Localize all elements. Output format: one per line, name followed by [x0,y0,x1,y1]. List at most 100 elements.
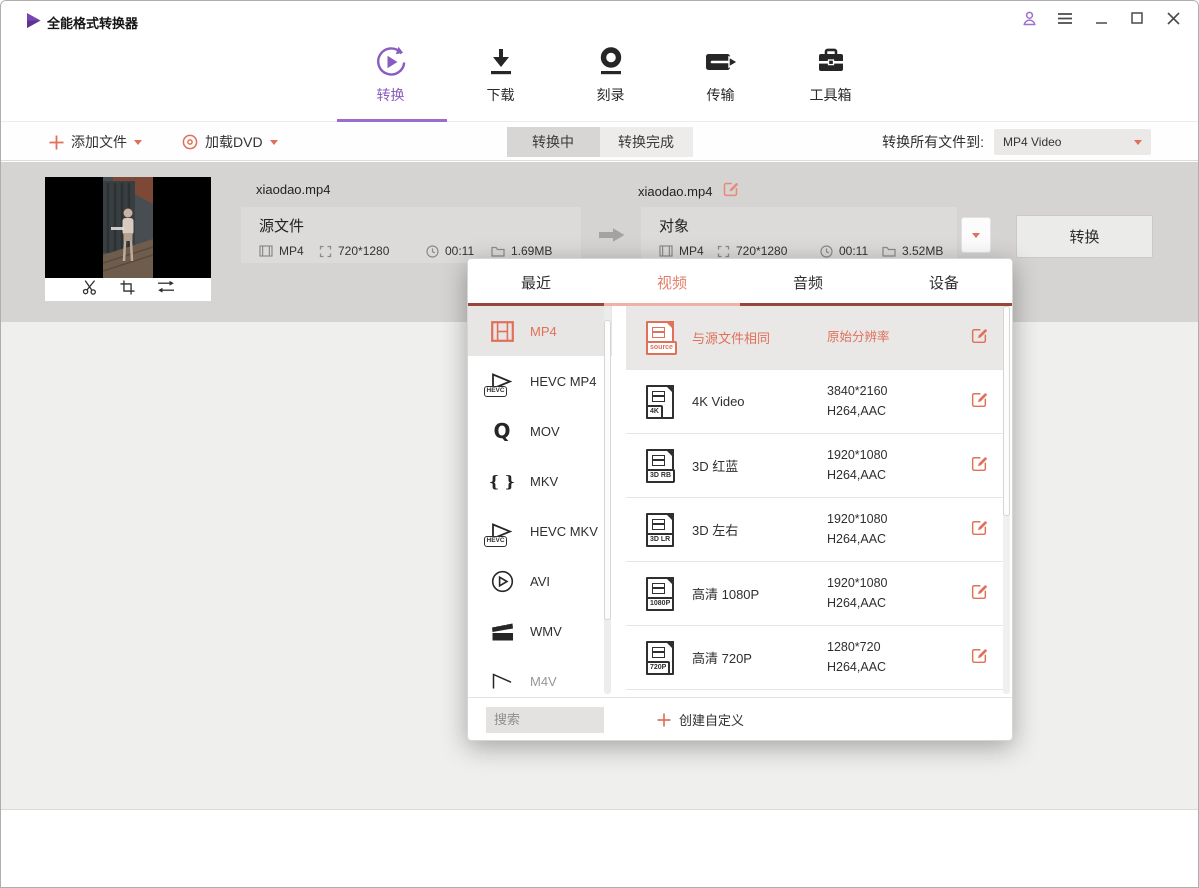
download-icon [484,43,518,81]
format-label: HEVC MP4 [530,374,596,389]
create-custom-button[interactable]: 创建自定义 [657,710,744,729]
3d-rb-preset-icon: 3D RB [646,449,674,483]
target-file-name: xiaodao.mp4 [638,184,712,199]
target-format-value: MP4 Video [1003,135,1134,149]
nav-tab-transfer[interactable]: 传输 [689,43,753,105]
convert-all-to-label: 转换所有文件到: [882,132,984,152]
format-label: M4V [530,674,557,689]
popup-tab-recent[interactable]: 最近 [468,259,604,305]
thumbnail-image [103,177,153,278]
chevron-down-icon [1134,140,1142,145]
hevc-play-icon: HEVC [487,373,517,390]
format-item-mov[interactable]: Q MOV [468,406,612,456]
format-item-hevc-mkv[interactable]: HEVC HEVC MKV [468,506,612,556]
format-item-mkv[interactable]: { } MKV [468,456,612,506]
video-thumbnail[interactable] [45,177,211,278]
preset-name: 4K Video [692,394,827,409]
preset-codec: H264,AAC [827,404,886,418]
preset-item-1080p[interactable]: 1080P 高清 1080P 1920*1080H264,AAC [626,562,1006,626]
preset-item-4k[interactable]: 4K 4K Video 3840*2160 H264,AAC [626,370,1006,434]
tab-completed[interactable]: 转换完成 [600,127,693,157]
target-size: 3.52MB [902,244,943,258]
convert-button[interactable]: 转换 [1016,215,1153,258]
preset-list-scrollbar[interactable] [1003,306,1010,694]
preset-codec: H264,AAC [827,660,886,674]
popup-tab-device[interactable]: 设备 [876,259,1012,305]
search-input[interactable] [486,707,604,733]
filesize-icon [882,245,896,257]
preset-item-720p[interactable]: 720P 高清 720P 1280*720H264,AAC [626,626,1006,690]
nav-tab-toolbox[interactable]: 工具箱 [799,43,863,105]
target-info-title: 对象 [659,215,957,236]
preset-resolution: 1280*720 [827,640,881,654]
format-list: MP4 HEVC HEVC MP4 Q MOV { } MKV [468,306,612,697]
format-picker-popup: 最近 视频 音频 设备 MP4 HEVC HEVC MP4 [467,258,1013,741]
account-icon[interactable] [1020,9,1038,27]
create-custom-label: 创建自定义 [679,710,744,729]
add-file-button[interactable]: 添加文件 [49,132,142,152]
close-button[interactable] [1164,9,1182,27]
trim-icon[interactable] [82,279,98,300]
add-file-label: 添加文件 [71,132,127,152]
preset-info: 原始分辨率 [827,328,962,347]
preset-resolution: 1920*1080 [827,448,887,462]
nav-tab-label: 下载 [487,85,515,105]
edit-preset-icon[interactable] [970,582,988,605]
format-icon [659,245,673,257]
tab-converting[interactable]: 转换中 [507,127,600,157]
target-format-dropdown-button[interactable] [961,217,991,253]
preset-item-same-as-source[interactable]: source 与源文件相同 原始分辨率 [626,306,1006,370]
crop-icon[interactable] [120,280,135,300]
source-file-name: xiaodao.mp4 [256,182,330,197]
preset-name: 3D 红蓝 [692,456,827,475]
rename-icon[interactable] [722,180,739,202]
chevron-down-icon[interactable] [270,140,278,145]
maximize-button[interactable] [1128,9,1146,27]
target-info-box: 对象 MP4 720*1280 00:11 3.52MB [641,207,957,263]
popup-tab-video[interactable]: 视频 [604,259,740,305]
format-list-scrollbar[interactable] [604,306,611,694]
4k-preset-icon: 4K [646,385,674,419]
edit-preset-icon[interactable] [970,646,988,669]
chevron-down-icon[interactable] [134,140,142,145]
edit-preset-icon[interactable] [970,454,988,477]
nav-tab-convert[interactable]: 转换 [359,43,423,105]
preset-item-3d-lr[interactable]: 3D LR 3D 左右 1920*1080H264,AAC [626,498,1006,562]
resolution-icon [717,245,730,258]
format-item-hevc-mp4[interactable]: HEVC HEVC MP4 [468,356,612,406]
plus-icon [49,135,64,150]
clapperboard-icon [487,622,517,641]
source-resolution: 720*1280 [338,244,389,258]
arrow-right-icon [597,225,627,250]
source-info-box: 源文件 MP4 720*1280 00:11 1.69MB [241,207,581,263]
load-dvd-button[interactable]: 加载DVD [182,132,278,152]
preset-item-3d-rb[interactable]: 3D RB 3D 红蓝 1920*1080H264,AAC [626,434,1006,498]
effects-icon[interactable] [157,280,175,299]
format-item-m4v[interactable]: M4V [468,656,612,697]
edit-preset-icon[interactable] [970,326,988,349]
load-dvd-label: 加载DVD [205,132,263,152]
format-label: AVI [530,574,550,589]
minimize-button[interactable] [1092,9,1110,27]
nav-tab-burn[interactable]: 刻录 [579,43,643,105]
target-format-select[interactable]: MP4 Video [994,129,1151,155]
nav-tab-download[interactable]: 下载 [469,43,533,105]
1080p-preset-icon: 1080P [646,577,674,611]
edit-preset-icon[interactable] [970,390,988,413]
nav-tab-label: 工具箱 [810,85,852,105]
format-item-mp4[interactable]: MP4 [468,306,612,356]
menu-icon[interactable] [1056,9,1074,27]
format-item-wmv[interactable]: WMV [468,606,612,656]
preset-resolution: 3840*2160 [827,384,887,398]
nav-tab-label: 转换 [377,85,405,105]
format-item-avi[interactable]: AVI [468,556,612,606]
m4v-play-icon [487,673,517,689]
divider [612,306,626,697]
app-window: 全能格式转换器 [0,0,1199,888]
preset-name: 高清 1080P [692,584,827,603]
3d-lr-preset-icon: 3D LR [646,513,674,547]
popup-tab-audio[interactable]: 音频 [740,259,876,305]
nav-tab-label: 刻录 [597,85,625,105]
edit-preset-icon[interactable] [970,518,988,541]
resolution-icon [319,245,332,258]
